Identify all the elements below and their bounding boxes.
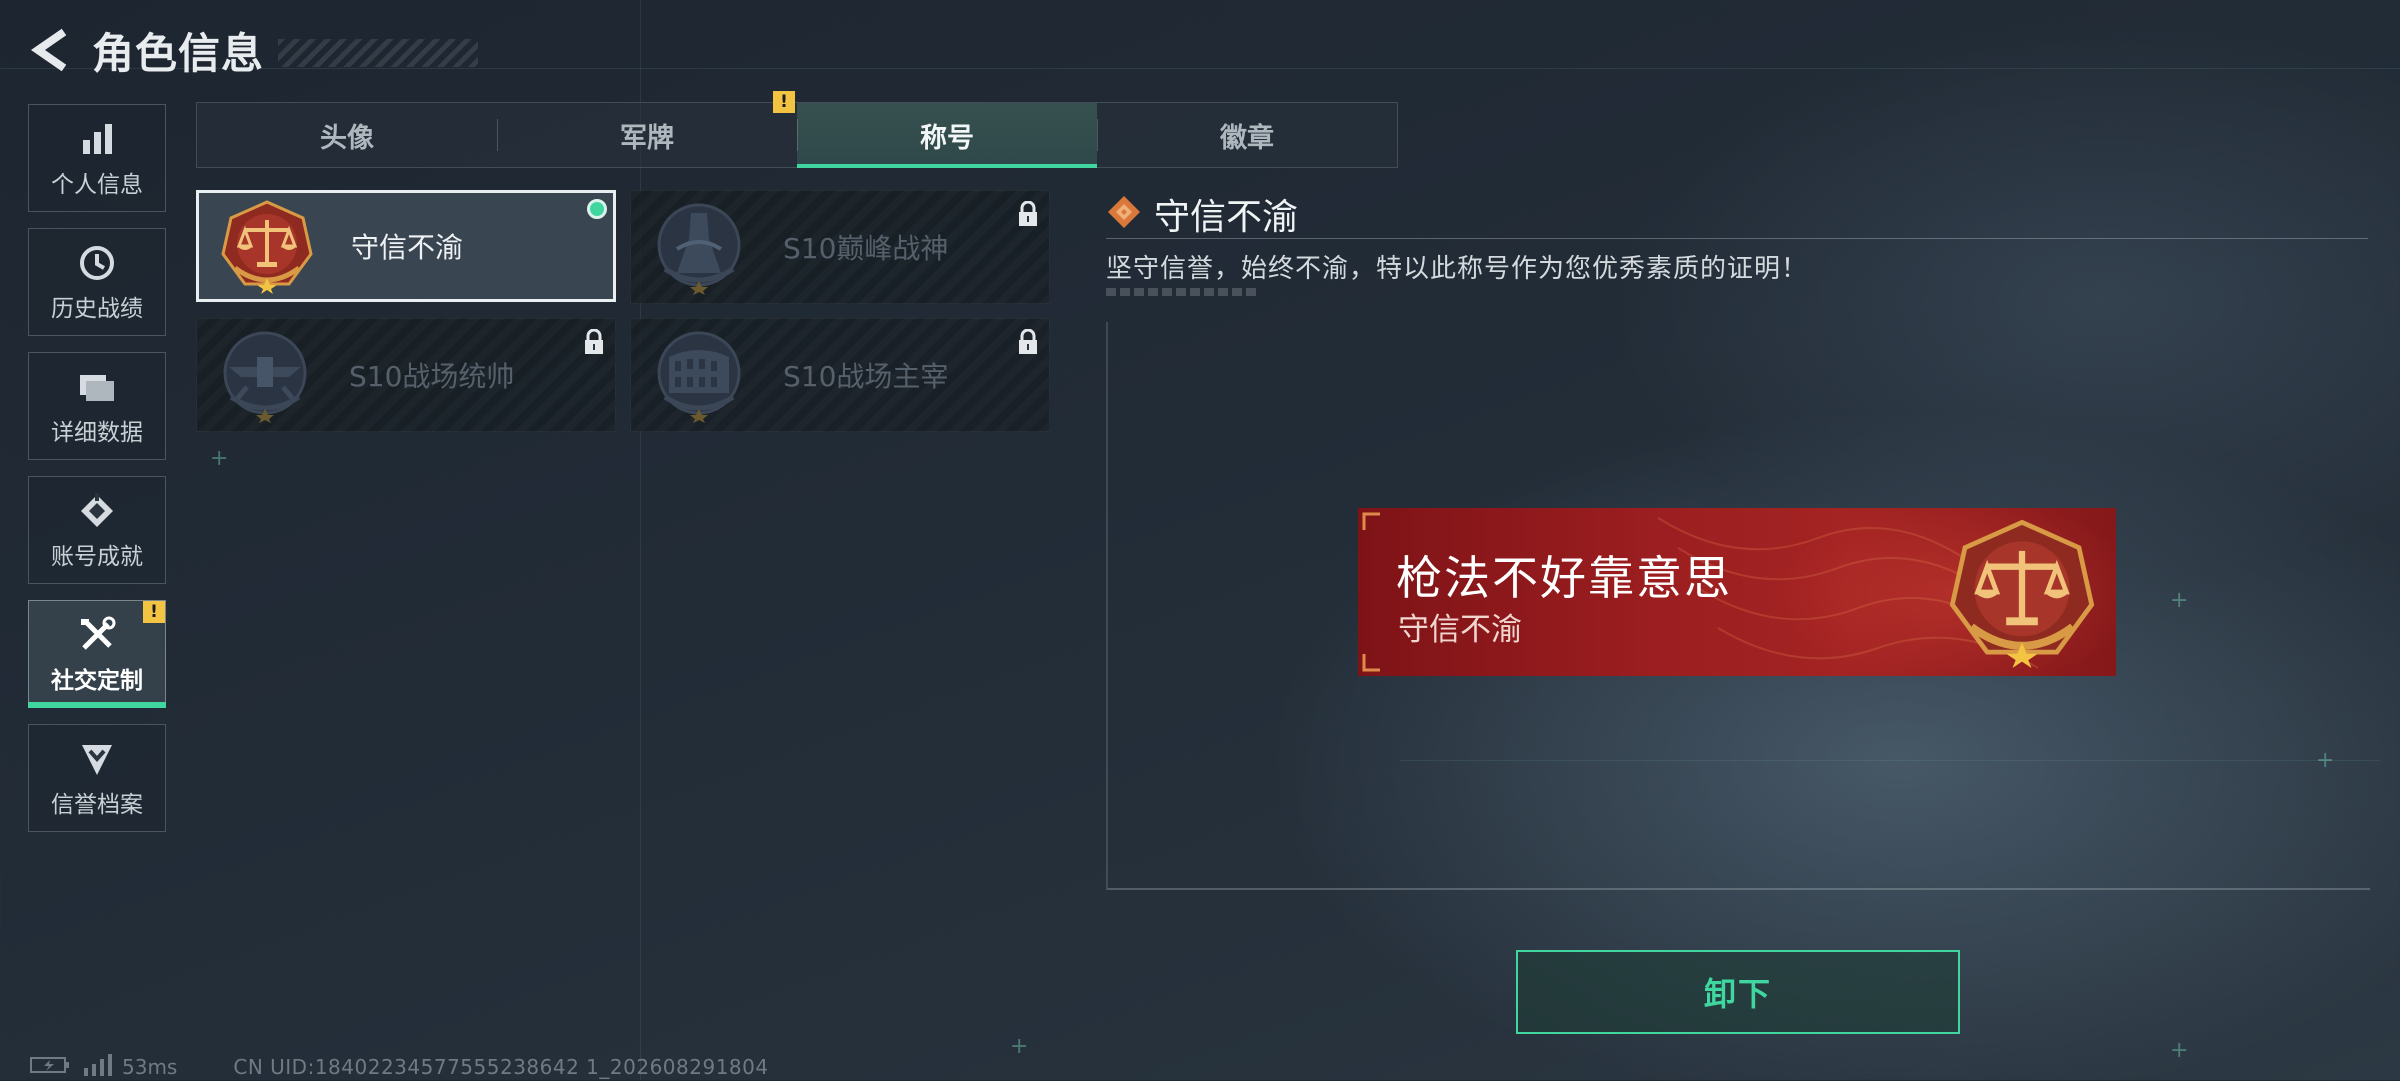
sidebar-item-label: 详细数据 <box>51 420 143 446</box>
title-card[interactable]: S10战场主宰 <box>630 318 1050 432</box>
tower-emblem-icon <box>651 199 747 295</box>
aircraft-emblem-icon <box>217 327 313 423</box>
signal-icon <box>82 1053 112 1081</box>
status-bar: 53ms CN UID:18402234577555238642 1_20260… <box>30 1053 769 1081</box>
tools-icon <box>78 613 116 657</box>
achievement-icon <box>79 489 115 533</box>
sidebar-item-battle-history[interactable]: 历史战绩 <box>28 228 166 336</box>
tab-bar: 头像 军牌 ! 称号 徽章 <box>196 91 1398 168</box>
sidebar-item-social-customization[interactable]: ! 社交定制 <box>28 600 166 708</box>
tab-label: 军牌 <box>620 122 674 154</box>
unequip-button[interactable]: 卸下 <box>1516 950 1960 1034</box>
sidebar-item-label: 社交定制 <box>51 668 143 694</box>
title-name: 守信不渝 <box>351 231 464 264</box>
alert-badge: ! <box>143 601 165 623</box>
title-card[interactable]: S10巅峰战神 <box>630 190 1050 304</box>
title-name: S10巅峰战神 <box>783 232 949 265</box>
lock-icon <box>1017 328 1039 359</box>
tab-badge[interactable]: 徽章 <box>1097 103 1397 167</box>
tab-title[interactable]: 称号 <box>797 103 1097 168</box>
detail-header: 守信不渝 <box>1106 188 1298 240</box>
title-card[interactable]: 守信不渝 <box>196 190 616 302</box>
sidebar-item-achievements[interactable]: 账号成就 <box>28 476 166 584</box>
title-name: S10战场主宰 <box>783 360 949 393</box>
battery-icon <box>30 1055 70 1080</box>
sidebar-item-credit-record[interactable]: 信誉档案 <box>28 724 166 832</box>
unequip-button-label: 卸下 <box>1703 975 1772 1013</box>
uid-text: CN UID:18402234577555238642 1_2026082918… <box>233 1055 769 1079</box>
title-card[interactable]: S10战场统帅 <box>196 318 616 432</box>
detail-subtext-decoration <box>1106 288 1256 296</box>
tab-dog-tag[interactable]: 军牌 ! <box>497 91 797 167</box>
sidebar: 个人信息 历史战绩 详细数据 账号成就 ! 社交定制 信誉档案 <box>28 104 166 848</box>
tab-label: 头像 <box>320 122 374 154</box>
detail-description: 坚守信誉，始终不渝，特以此称号作为您优秀素质的证明！ <box>1106 254 1809 284</box>
grid-plus-icon: + <box>2170 1038 2189 1063</box>
tab-avatar[interactable]: 头像 <box>197 103 497 167</box>
equipped-indicator <box>587 199 607 219</box>
page-title: 角色信息 <box>92 28 265 78</box>
shield-chevron-icon <box>79 737 115 781</box>
diamond-icon <box>1106 194 1142 234</box>
tab-label: 称号 <box>920 122 974 154</box>
scales-emblem-icon <box>1946 516 2098 668</box>
sidebar-item-label: 信誉档案 <box>51 792 143 818</box>
divider <box>1106 238 2368 239</box>
bar-chart-icon <box>80 117 114 161</box>
page-header: 角色信息 <box>28 18 479 82</box>
folder-icon <box>78 365 116 409</box>
title-name: S10战场统帅 <box>349 360 515 393</box>
sidebar-item-personal-info[interactable]: 个人信息 <box>28 104 166 212</box>
banner-sub-text: 守信不渝 <box>1398 612 1522 648</box>
sidebar-item-label: 账号成就 <box>51 544 143 570</box>
sidebar-item-label: 个人信息 <box>51 172 143 198</box>
title-preview-banner: 枪法不好靠意思 守信不渝 <box>1358 508 2116 676</box>
back-arrow-icon[interactable] <box>28 26 72 74</box>
sidebar-item-detailed-data[interactable]: 详细数据 <box>28 352 166 460</box>
history-icon <box>79 241 115 285</box>
scales-emblem-icon <box>219 198 315 294</box>
detail-title-name: 守信不渝 <box>1154 197 1299 238</box>
colosseum-emblem-icon <box>651 327 747 423</box>
banner-main-text: 枪法不好靠意思 <box>1396 551 1732 605</box>
tab-label: 徽章 <box>1220 122 1274 154</box>
grid-plus-icon: + <box>210 446 229 471</box>
lock-icon <box>1017 200 1039 231</box>
ping-value: 53ms <box>122 1055 178 1079</box>
title-list: 守信不渝 S10巅峰战神 S10战场统帅 S10战场主宰 <box>196 190 1050 432</box>
alert-badge: ! <box>773 91 795 113</box>
grid-plus-icon: + <box>1010 1034 1029 1059</box>
sidebar-item-label: 历史战绩 <box>51 296 143 322</box>
lock-icon <box>583 328 605 359</box>
title-decoration <box>278 39 479 67</box>
